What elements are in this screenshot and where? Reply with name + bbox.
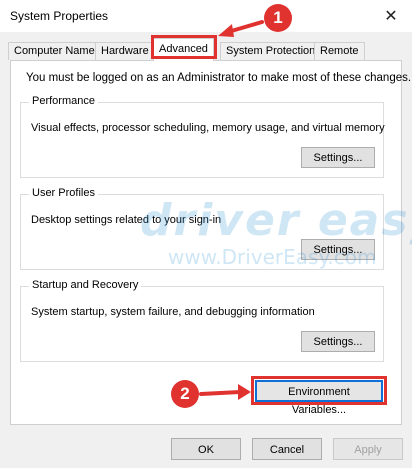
- user-profiles-description: Desktop settings related to your sign-in: [31, 214, 222, 226]
- performance-settings-button[interactable]: Settings...: [301, 147, 375, 168]
- apply-button: Apply: [333, 438, 403, 460]
- startup-recovery-settings-button[interactable]: Settings...: [301, 331, 375, 352]
- ok-button[interactable]: OK: [171, 438, 241, 460]
- cancel-button[interactable]: Cancel: [252, 438, 322, 460]
- user-profiles-group: User Profiles Desktop settings related t…: [20, 187, 384, 270]
- admin-note: You must be logged on as an Administrato…: [26, 72, 412, 84]
- startup-recovery-title: Startup and Recovery: [29, 279, 142, 291]
- user-profiles-settings-button[interactable]: Settings...: [301, 239, 375, 260]
- performance-title: Performance: [29, 95, 98, 107]
- tab-computer-name[interactable]: Computer Name: [8, 42, 101, 60]
- startup-recovery-group: Startup and Recovery System startup, sys…: [20, 279, 384, 362]
- title-bar: System Properties ✕: [0, 0, 412, 32]
- window-title: System Properties: [10, 9, 109, 23]
- close-icon[interactable]: ✕: [378, 3, 404, 29]
- performance-description: Visual effects, processor scheduling, me…: [31, 122, 385, 134]
- startup-recovery-description: System startup, system failure, and debu…: [31, 306, 315, 318]
- advanced-tab-highlight: [151, 35, 217, 59]
- tab-remote[interactable]: Remote: [314, 42, 365, 60]
- tab-system-protection[interactable]: System Protection: [220, 42, 322, 60]
- user-profiles-title: User Profiles: [29, 187, 98, 199]
- performance-group: Performance Visual effects, processor sc…: [20, 95, 385, 178]
- step-badge-2: 2: [171, 380, 199, 408]
- tab-hardware[interactable]: Hardware: [95, 42, 155, 60]
- step-badge-1: 1: [264, 4, 292, 32]
- environment-button-highlight: [251, 376, 387, 405]
